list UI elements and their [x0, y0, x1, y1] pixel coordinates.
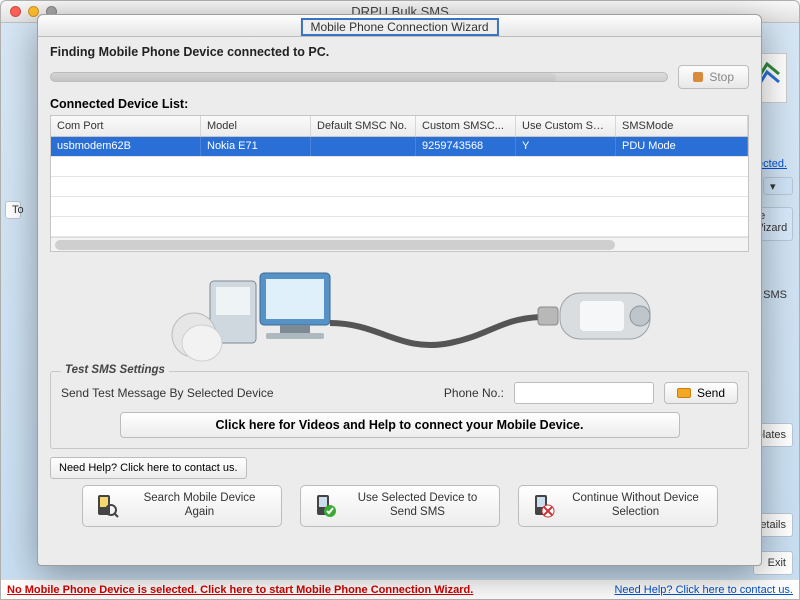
col-use-custom[interactable]: Use Custom SM...	[516, 116, 616, 136]
device-table-header: Com Port Model Default SMSC No. Custom S…	[51, 116, 748, 137]
use-selected-button[interactable]: Use Selected Device to Send SMS	[300, 485, 500, 527]
col-model[interactable]: Model	[201, 116, 311, 136]
connected-device-list-label: Connected Device List:	[50, 97, 749, 111]
dialog-title: Mobile Phone Connection Wizard	[300, 18, 498, 36]
action-buttons-row: Search Mobile Device Again Use Selected …	[50, 485, 749, 527]
dropdown-peek[interactable]: ▾	[763, 177, 793, 195]
col-custom-smsc[interactable]: Custom SMSC...	[416, 116, 516, 136]
sms-text: SMS	[763, 289, 787, 301]
table-row[interactable]	[51, 197, 748, 217]
videos-help-button[interactable]: Click here for Videos and Help to connec…	[120, 412, 680, 438]
cell-com-port: usbmodem62B	[51, 137, 201, 156]
search-device-icon	[93, 492, 121, 520]
continue-without-label: Continue Without Device Selection	[565, 492, 707, 520]
finding-device-label: Finding Mobile Phone Device connected to…	[50, 45, 749, 59]
need-help-button[interactable]: Need Help? Click here to contact us.	[50, 457, 247, 479]
use-device-icon	[311, 492, 339, 520]
cell-use-custom: Y	[516, 137, 616, 156]
close-window-button[interactable]	[10, 6, 21, 17]
search-again-button[interactable]: Search Mobile Device Again	[82, 485, 282, 527]
col-default-smsc[interactable]: Default SMSC No.	[311, 116, 416, 136]
phone-number-label: Phone No.:	[444, 386, 504, 400]
progress-row: Stop	[50, 65, 749, 89]
stop-button[interactable]: Stop	[678, 65, 749, 89]
device-table: Com Port Model Default SMSC No. Custom S…	[50, 115, 749, 252]
to-label-peek: To	[5, 201, 21, 219]
test-sms-legend: Test SMS Settings	[61, 364, 169, 376]
cell-model: Nokia E71	[201, 137, 311, 156]
status-bar: No Mobile Phone Device is selected. Clic…	[1, 579, 799, 599]
cell-default-smsc	[311, 137, 416, 156]
stop-button-label: Stop	[709, 70, 734, 84]
test-message-label: Send Test Message By Selected Device	[61, 386, 274, 400]
cell-custom-smsc: 9259743568	[416, 137, 516, 156]
table-row[interactable]	[51, 177, 748, 197]
phone-number-input[interactable]	[514, 382, 654, 404]
dialog-titlebar: Mobile Phone Connection Wizard	[38, 15, 761, 37]
envelope-icon	[677, 388, 691, 398]
status-bar-help-link[interactable]: Need Help? Click here to contact us.	[614, 584, 793, 596]
connection-illustration	[50, 260, 749, 365]
send-button[interactable]: Send	[664, 382, 738, 404]
table-horizontal-scrollbar[interactable]	[51, 237, 748, 251]
table-row[interactable]: usbmodem62B Nokia E71 9259743568 Y PDU M…	[51, 137, 748, 157]
no-device-warning-link[interactable]: No Mobile Phone Device is selected. Clic…	[7, 584, 473, 596]
continue-without-button[interactable]: Continue Without Device Selection	[518, 485, 718, 527]
col-com-port[interactable]: Com Port	[51, 116, 201, 136]
scan-progress-bar	[50, 72, 668, 82]
table-row[interactable]	[51, 157, 748, 177]
stop-icon	[693, 72, 703, 82]
dialog-body: Finding Mobile Phone Device connected to…	[38, 37, 761, 537]
table-row[interactable]	[51, 217, 748, 237]
connection-wizard-dialog: Mobile Phone Connection Wizard Finding M…	[37, 14, 762, 566]
use-selected-label: Use Selected Device to Send SMS	[347, 492, 489, 520]
send-button-label: Send	[697, 386, 725, 400]
skip-device-icon	[529, 492, 557, 520]
test-sms-settings-group: Test SMS Settings Send Test Message By S…	[50, 371, 749, 449]
cell-sms-mode: PDU Mode	[616, 137, 748, 156]
col-sms-mode[interactable]: SMSMode	[616, 116, 748, 136]
search-again-label: Search Mobile Device Again	[129, 492, 271, 520]
test-sms-row: Send Test Message By Selected Device Pho…	[61, 382, 738, 404]
